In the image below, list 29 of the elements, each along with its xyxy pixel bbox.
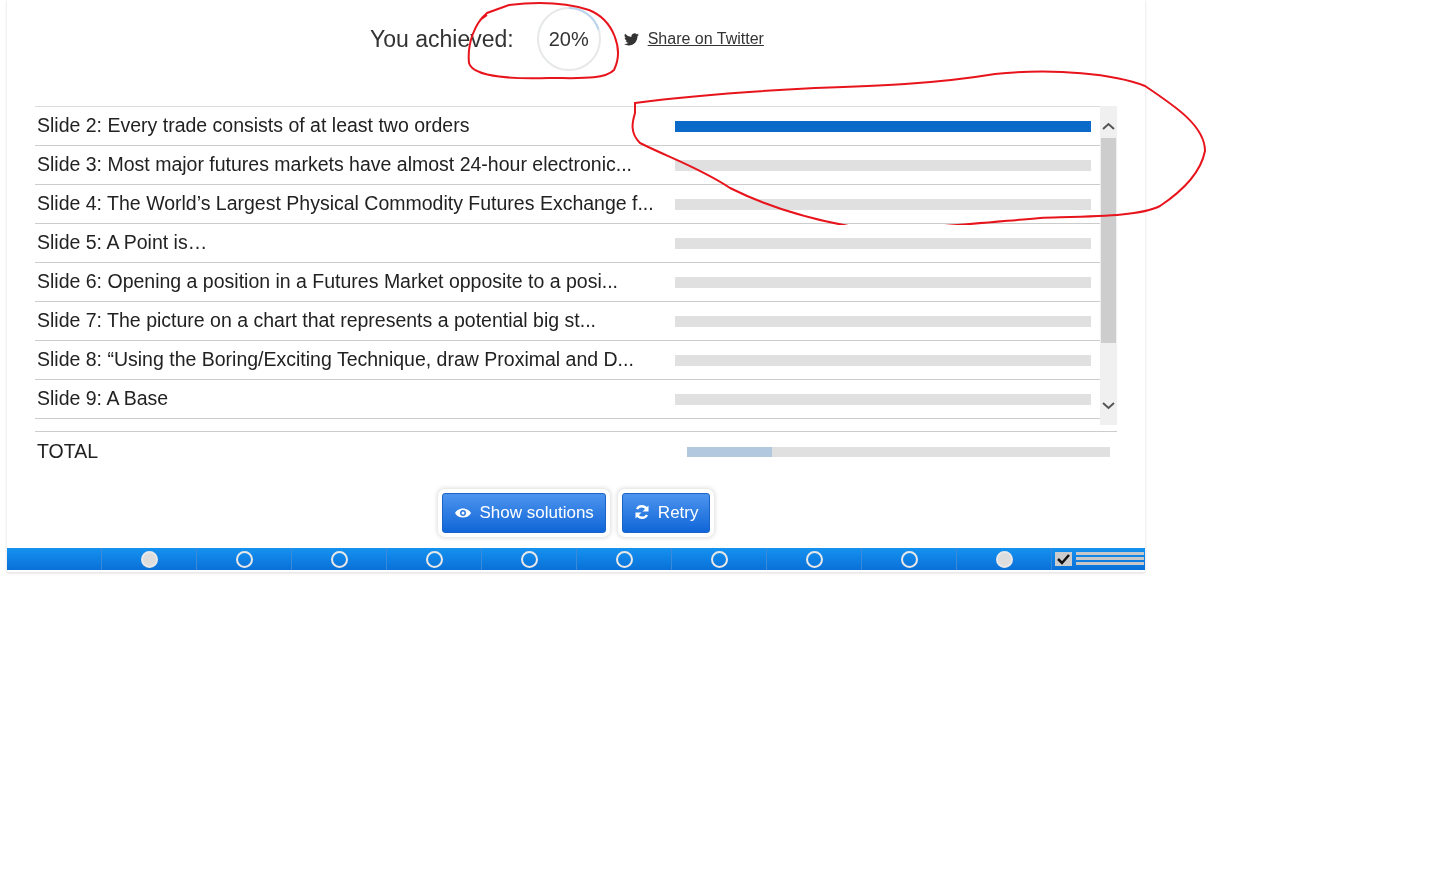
slide-title: Slide 9: A Base xyxy=(36,386,170,412)
eye-icon xyxy=(453,507,472,519)
slide-dot[interactable] xyxy=(330,550,348,568)
slide-title: Slide 2: Every trade consists of at least two orders xyxy=(36,113,471,139)
scroll-thumb[interactable] xyxy=(1101,138,1116,343)
slide-dot[interactable] xyxy=(710,550,728,568)
slide-title: Slide 8: “Using the Boring/Exciting Technique, draw Proximal and D... xyxy=(36,347,635,373)
slide-dot[interactable] xyxy=(140,550,158,568)
refresh-icon xyxy=(633,504,650,520)
slide-dot[interactable] xyxy=(805,550,823,568)
total-label: TOTAL xyxy=(37,438,100,464)
slide-dot[interactable] xyxy=(520,550,538,568)
slide-dot[interactable] xyxy=(235,550,253,568)
slide-title: Slide 7: The picture on a chart that represents a potential big st... xyxy=(36,308,597,334)
scrollbar[interactable] xyxy=(1100,106,1117,425)
slide-dot[interactable] xyxy=(615,550,633,568)
slide-title: Slide 3: Most major futures markets have almost 24-hour electronic... xyxy=(36,152,633,178)
share-link[interactable]: Share on Twitter xyxy=(647,27,764,51)
slide-dot[interactable] xyxy=(900,550,918,568)
slide-dot[interactable] xyxy=(995,550,1013,568)
summary-checkbox[interactable] xyxy=(1055,552,1072,566)
slide-title: Slide 4: The World’s Largest Physical Commodity Futures Exchange f... xyxy=(36,191,655,217)
score-ring xyxy=(535,6,602,72)
checkmark-icon xyxy=(1057,553,1070,565)
slide-title: Slide 5: A Point is… xyxy=(36,230,209,256)
slide-title: Slide 6: Opening a position in a Futures Market opposite to a posi... xyxy=(36,269,619,295)
bird-icon xyxy=(623,32,639,46)
slide-dot[interactable] xyxy=(425,550,443,568)
score-value: 20% xyxy=(548,27,589,52)
